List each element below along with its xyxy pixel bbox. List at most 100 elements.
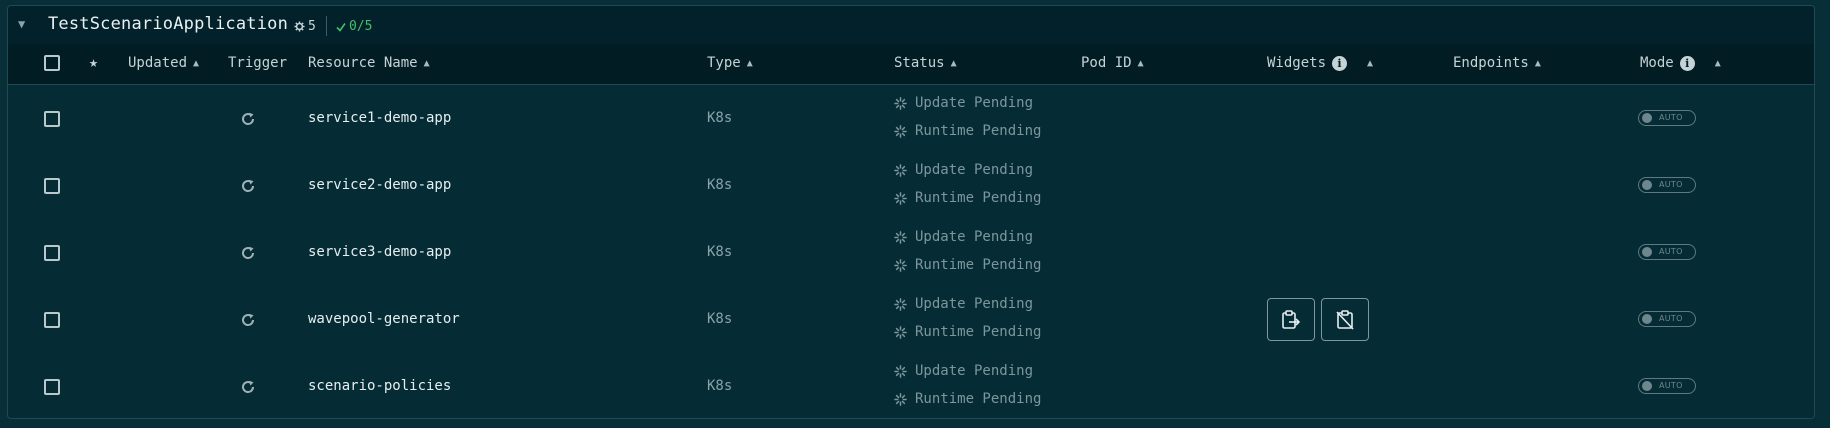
column-mode[interactable]: Mode i ▲ (1640, 55, 1721, 71)
status-runtime: Runtime Pending (894, 123, 1041, 139)
resource-type: K8s (707, 177, 733, 193)
star-column-icon[interactable]: ★ (89, 53, 98, 71)
status-runtime: Runtime Pending (894, 324, 1041, 340)
column-status[interactable]: Status ▲ (894, 55, 957, 71)
row-checkbox[interactable] (44, 111, 60, 127)
pending-spinner-icon (894, 96, 907, 110)
resource-name[interactable]: scenario-policies (308, 378, 451, 394)
pending-spinner-icon (894, 392, 907, 406)
mode-toggle[interactable]: AUTO (1638, 110, 1696, 126)
clipboard-disabled-icon (1334, 309, 1356, 331)
row-checkbox[interactable] (44, 379, 60, 395)
table-row[interactable]: service3-demo-app K8s Update Pending Run… (8, 219, 1814, 287)
ok-status-value: 0/5 (349, 19, 373, 34)
refresh-icon[interactable] (240, 312, 256, 328)
resource-name[interactable]: wavepool-generator (308, 311, 460, 327)
pending-spinner-icon (894, 163, 907, 177)
table-row[interactable]: scenario-policies K8s Update Pending Run… (8, 353, 1814, 418)
refresh-icon[interactable] (240, 379, 256, 395)
widget-button[interactable] (1321, 298, 1369, 341)
toggle-knob (1642, 314, 1652, 324)
column-type[interactable]: Type ▲ (707, 55, 753, 71)
column-updated[interactable]: Updated ▲ (128, 55, 199, 71)
toggle-knob (1642, 381, 1652, 391)
table-header: ★ Updated ▲ Trigger Resource Name ▲ Type… (8, 44, 1814, 85)
column-widgets[interactable]: Widgets i ▲ (1267, 55, 1373, 71)
resource-type: K8s (707, 378, 733, 394)
row-checkbox[interactable] (44, 312, 60, 328)
resource-count-value: 5 (308, 19, 316, 34)
table-row[interactable]: wavepool-generator K8s Update Pending Ru… (8, 286, 1814, 354)
divider (326, 16, 327, 36)
status-update: Update Pending (894, 95, 1033, 111)
column-trigger-label: Trigger (228, 55, 288, 71)
refresh-icon[interactable] (240, 245, 256, 261)
resource-name[interactable]: service2-demo-app (308, 177, 451, 193)
ok-status: 0/5 (336, 19, 372, 34)
widget-button[interactable] (1267, 298, 1315, 341)
row-checkbox[interactable] (44, 178, 60, 194)
status-runtime: Runtime Pending (894, 391, 1041, 407)
pending-spinner-icon (894, 230, 907, 244)
pending-spinner-icon (894, 124, 907, 138)
table-row[interactable]: service1-demo-app K8s Update Pending Run… (8, 85, 1814, 153)
column-pod-id[interactable]: Pod ID ▲ (1081, 55, 1144, 71)
resource-count: 5 (294, 19, 316, 34)
checkmark-icon (336, 22, 346, 32)
column-resource-name-label: Resource Name (308, 55, 418, 71)
sort-ascending-icon[interactable]: ▲ (1367, 58, 1373, 69)
pending-spinner-icon (894, 297, 907, 311)
resource-type: K8s (707, 110, 733, 126)
refresh-icon[interactable] (240, 178, 256, 194)
status-update: Update Pending (894, 296, 1033, 312)
table-row[interactable]: service2-demo-app K8s Update Pending Run… (8, 152, 1814, 220)
column-status-label: Status (894, 55, 945, 71)
resource-name[interactable]: service1-demo-app (308, 110, 451, 126)
column-mode-label: Mode (1640, 55, 1674, 71)
info-icon[interactable]: i (1332, 55, 1348, 71)
sort-ascending-icon[interactable]: ▲ (951, 58, 957, 69)
sort-ascending-icon[interactable]: ▲ (424, 58, 430, 69)
group-name: TestScenarioApplication (48, 14, 289, 34)
toggle-knob (1642, 113, 1652, 123)
mode-toggle-label: AUTO (1659, 314, 1683, 323)
refresh-icon[interactable] (240, 111, 256, 127)
pending-spinner-icon (894, 325, 907, 339)
column-updated-label: Updated (128, 55, 188, 71)
toggle-knob (1642, 247, 1652, 257)
mode-toggle[interactable]: AUTO (1638, 378, 1696, 394)
sort-ascending-icon[interactable]: ▲ (1715, 58, 1721, 69)
sort-ascending-icon[interactable]: ▲ (1535, 58, 1541, 69)
status-runtime: Runtime Pending (894, 190, 1041, 206)
column-widgets-label: Widgets (1267, 55, 1327, 71)
status-runtime-label: Runtime Pending (915, 123, 1042, 139)
status-update: Update Pending (894, 363, 1033, 379)
mode-toggle-label: AUTO (1659, 113, 1683, 122)
status-runtime-label: Runtime Pending (915, 257, 1042, 273)
sort-ascending-icon[interactable]: ▲ (193, 58, 199, 69)
resource-type: K8s (707, 311, 733, 327)
mode-toggle[interactable]: AUTO (1638, 311, 1696, 327)
clipboard-export-icon (1280, 309, 1302, 331)
resource-name[interactable]: service3-demo-app (308, 244, 451, 260)
toggle-knob (1642, 180, 1652, 190)
info-icon[interactable]: i (1679, 55, 1695, 71)
column-resource-name[interactable]: Resource Name ▲ (308, 55, 430, 71)
column-endpoints[interactable]: Endpoints ▲ (1453, 55, 1541, 71)
group-header[interactable]: ▼ TestScenarioApplication 5 0/5 (8, 6, 1814, 45)
status-runtime-label: Runtime Pending (915, 391, 1042, 407)
mode-toggle-label: AUTO (1659, 381, 1683, 390)
column-trigger: Trigger (228, 55, 287, 71)
sort-ascending-icon[interactable]: ▲ (747, 58, 753, 69)
status-runtime-label: Runtime Pending (915, 324, 1042, 340)
pending-spinner-icon (894, 258, 907, 272)
triangle-down-icon[interactable]: ▼ (18, 17, 32, 31)
sort-ascending-icon[interactable]: ▲ (1138, 58, 1144, 69)
mode-toggle[interactable]: AUTO (1638, 177, 1696, 193)
select-all-checkbox[interactable] (44, 55, 60, 71)
row-checkbox[interactable] (44, 245, 60, 261)
status-update: Update Pending (894, 229, 1033, 245)
column-pod-id-label: Pod ID (1081, 55, 1132, 71)
mode-toggle[interactable]: AUTO (1638, 244, 1696, 260)
status-update-label: Update Pending (915, 296, 1034, 312)
